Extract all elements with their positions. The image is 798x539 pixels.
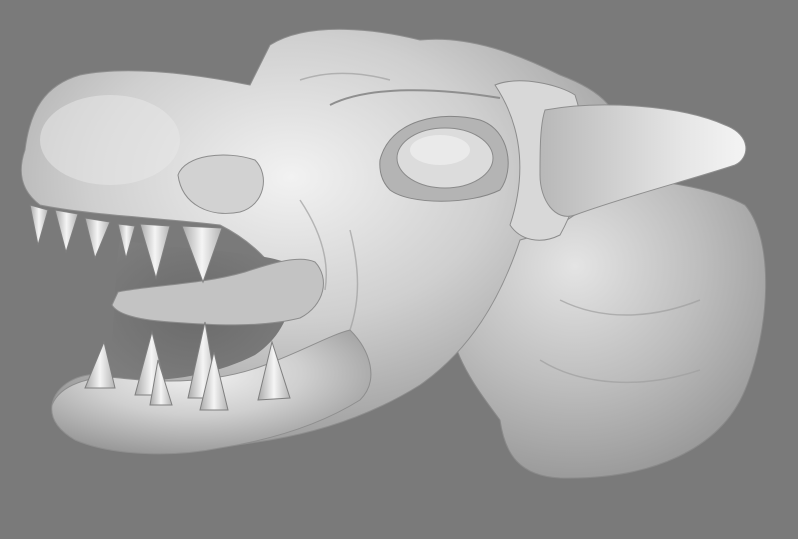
render-viewport[interactable] xyxy=(0,0,798,539)
eye-highlight xyxy=(410,135,470,165)
sculpted-creature-head-icon xyxy=(0,0,798,539)
snout-highlight xyxy=(40,95,180,185)
